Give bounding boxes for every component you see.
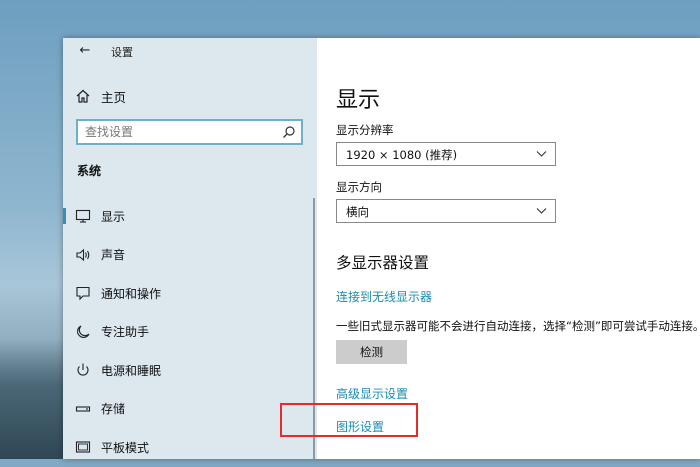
chevron-down-icon: [536, 151, 547, 157]
storage-icon: [75, 406, 91, 412]
sidebar-item-label: 声音: [101, 248, 126, 263]
sidebar-item-label: 专注助手: [101, 325, 150, 340]
graphics-settings-link[interactable]: 图形设置: [336, 418, 384, 435]
home-label: 主页: [101, 89, 127, 105]
sidebar-item-sound[interactable]: 声音: [63, 236, 317, 275]
search-box[interactable]: [76, 119, 303, 145]
chevron-down-icon: [536, 208, 547, 214]
sidebar-item-focus-assist[interactable]: 专注助手: [63, 313, 317, 352]
speaker-icon: [76, 248, 90, 261]
sidebar-item-notifications[interactable]: 通知和操作: [63, 274, 317, 313]
section-title: 系统: [77, 164, 102, 178]
sidebar-item-label: 显示: [101, 209, 126, 224]
resolution-label: 显示分辨率: [336, 123, 394, 137]
title-bar: ← 设置: [63, 38, 317, 64]
sidebar-item-home[interactable]: 主页: [75, 86, 126, 106]
page-title: 显示: [336, 88, 381, 113]
search-input[interactable]: [85, 124, 275, 140]
sidebar-item-label: 通知和操作: [101, 286, 162, 301]
notification-icon: [76, 287, 90, 301]
home-icon: [76, 89, 90, 103]
power-icon: [77, 363, 89, 376]
back-button[interactable]: ←: [75, 42, 95, 60]
settings-window: ← 设置 主页 系统 显示: [63, 38, 700, 459]
sidebar-item-label: 平板模式: [101, 440, 150, 455]
multi-display-description: 一些旧式显示器可能不会进行自动连接，选择“检测”即可尝试手动连接。: [336, 319, 700, 333]
wallpaper-landscape: [0, 339, 70, 459]
sidebar-item-label: 存储: [101, 402, 126, 417]
orientation-value: 横向: [346, 205, 369, 219]
advanced-display-settings-link[interactable]: 高级显示设置: [336, 385, 408, 402]
search-icon[interactable]: [282, 125, 296, 139]
multi-display-heading: 多显示器设置: [336, 254, 430, 272]
sidebar-item-storage[interactable]: 存储: [63, 390, 317, 429]
moon-icon: [77, 325, 90, 338]
sidebar-scrollbar[interactable]: [313, 198, 315, 459]
tablet-icon: [75, 441, 91, 453]
sidebar-item-tablet-mode[interactable]: 平板模式: [63, 428, 317, 467]
resolution-dropdown[interactable]: 1920 × 1080 (推荐): [336, 142, 556, 166]
sidebar-item-label: 电源和睡眠: [101, 363, 162, 378]
connect-wireless-display-link[interactable]: 连接到无线显示器: [336, 288, 432, 305]
detect-button[interactable]: 检测: [336, 340, 407, 364]
window-title: 设置: [111, 46, 133, 59]
sidebar: ← 设置 主页 系统 显示: [63, 38, 317, 459]
sidebar-item-display[interactable]: 显示: [63, 197, 317, 236]
orientation-label: 显示方向: [336, 180, 382, 194]
resolution-value: 1920 × 1080 (推荐): [346, 148, 458, 162]
orientation-dropdown[interactable]: 横向: [336, 199, 556, 223]
sidebar-nav: 显示 声音 通知和操作 专注助手 电源和睡眠 存储 平板模式: [63, 197, 317, 467]
monitor-icon: [75, 210, 91, 223]
main-content: 显示 显示分辨率 1920 × 1080 (推荐) 显示方向 横向 多显示器设置…: [317, 38, 700, 459]
sidebar-item-power-sleep[interactable]: 电源和睡眠: [63, 351, 317, 390]
